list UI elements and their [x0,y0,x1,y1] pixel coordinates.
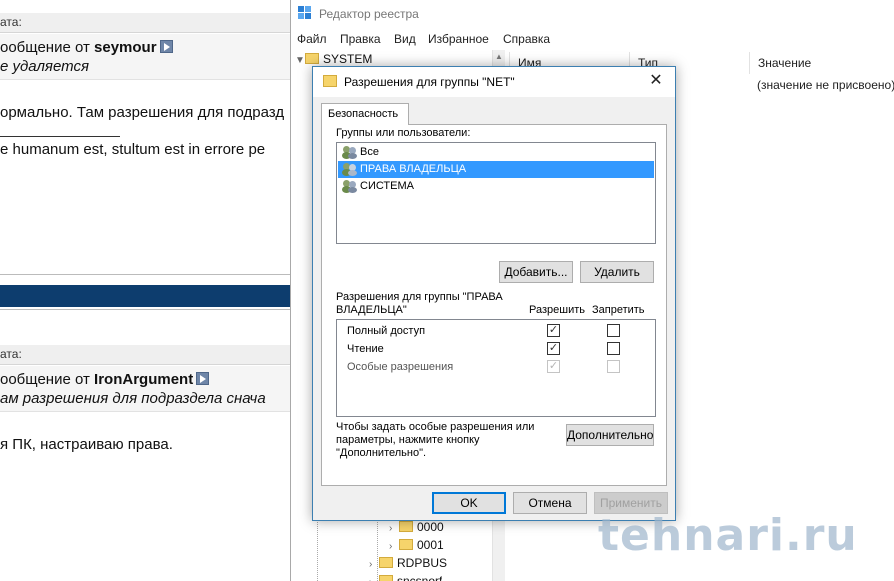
regedit-app-icon [298,6,312,20]
tree-node-rdpbus[interactable]: › RDPBUS [369,556,447,572]
folder-icon [399,521,413,532]
forum-page: ата: ообщение от seymour е удаляется орм… [0,0,290,581]
chevron-right-icon[interactable]: › [369,577,379,581]
post2-quote-header: ата: [0,345,290,365]
users-icon [342,163,358,176]
tree-node-label: 0001 [417,538,444,552]
perm-special-label: Особые разрешения [347,361,454,373]
read-deny-checkbox[interactable] [607,342,620,355]
tree-node-label: RDPBUS [397,556,448,570]
post2-body: я ПК, настраиваю права. [0,436,173,453]
post2-quote-text: ам разрешения для подраздела снача [0,390,266,407]
dialog-title: Разрешения для группы "NET" [344,75,515,89]
full-control-deny-checkbox[interactable] [607,324,620,337]
post2-quote: ообщение от IronArgument ам разрешения д… [0,366,290,412]
chevron-down-icon[interactable]: ▼ [295,55,305,66]
regedit-menubar: Файл Правка Вид Избранное Справка [291,30,894,48]
users-icon [342,146,358,159]
chevron-right-icon[interactable]: › [369,559,379,570]
signature-divider [0,136,120,137]
view-post-icon[interactable] [196,372,210,385]
special-deny-checkbox [607,360,620,373]
post1-author[interactable]: seymour [94,39,157,56]
post1-signature: е humanum est, stultum est in errore pe [0,141,266,158]
post1-header-text: ата: [0,15,22,29]
security-tab-panel: Группы или пользователи: Все ПРАВА ВЛАДЕ… [321,124,667,486]
default-value-cell[interactable]: (значение не присвоено) [757,78,894,92]
users-icon [342,180,358,193]
perm-full-control-label: Полный доступ [347,325,426,337]
full-control-allow-checkbox[interactable]: ✓ [547,324,560,337]
permissions-label: Разрешения для группы "ПРАВА [336,291,503,303]
view-post-icon[interactable] [159,40,173,53]
post1-quote-author-line: ообщение от seymour [0,38,290,57]
column-value[interactable]: Значение [758,56,811,70]
advanced-hint-line1: Чтобы задать особые разрешения или [336,421,535,433]
tree-node-0001[interactable]: › 0001 [389,538,444,554]
permissions-dialog: Разрешения для группы "NET" ✕ Безопаснос… [312,66,676,521]
post1-quote-header: ата: [0,13,290,33]
cancel-button[interactable]: Отмена [513,492,587,514]
read-allow-checkbox[interactable]: ✓ [547,342,560,355]
tree-node-0000[interactable]: › 0000 [389,520,444,536]
dialog-titlebar[interactable]: Разрешения для группы "NET" ✕ [313,67,675,97]
menu-file[interactable]: Файл [297,32,327,46]
menu-help[interactable]: Справка [503,32,550,46]
post2-quote-prefix: ообщение от [0,371,90,388]
menu-edit[interactable]: Правка [340,32,381,46]
menu-favorites[interactable]: Избранное [428,32,489,46]
folder-icon [379,557,393,568]
perm-read-label: Чтение [347,343,384,355]
post-separator [0,274,290,275]
groups-label: Группы или пользователи: [336,127,471,139]
folder-icon [399,539,413,550]
regedit-title: Редактор реестра [319,7,419,21]
group-item-owner-rights[interactable]: ПРАВА ВЛАДЕЛЬЦА [338,161,654,178]
tree-node-partial[interactable]: › sncsnorf [369,574,442,581]
post2-quote-author-line: ообщение от IronArgument [0,370,290,389]
permissions-list: Полный доступ ✓ Чтение ✓ Особые разрешен… [336,319,656,417]
post1-quote-text: е удаляется [0,58,89,75]
permissions-label-line2: ВЛАДЕЛЬЦА" [336,304,407,316]
close-icon[interactable]: ✕ [647,72,665,90]
allow-column-label: Разрешить [529,304,585,316]
group-name: Все [360,146,379,158]
group-item-system[interactable]: СИСТЕМА [338,178,654,195]
post1-quote-prefix: ообщение от [0,39,90,56]
group-item-everyone[interactable]: Все [338,144,654,161]
chevron-right-icon[interactable]: › [389,523,399,534]
group-name: ПРАВА ВЛАДЕЛЬЦА [360,163,467,175]
post2-author[interactable]: IronArgument [94,371,193,388]
post2-header-text: ата: [0,347,22,361]
post-header-bar [0,285,290,307]
column-divider[interactable] [749,52,750,74]
scroll-up-icon[interactable]: ▲ [495,52,503,61]
menu-view[interactable]: Вид [394,32,416,46]
regedit-titlebar: Редактор реестра [291,0,894,28]
special-allow-checkbox: ✓ [547,360,560,373]
post-separator-2 [0,309,290,310]
advanced-hint-line2: параметры, нажмите кнопку [336,434,480,446]
groups-list[interactable]: Все ПРАВА ВЛАДЕЛЬЦА СИСТЕМА [336,142,656,244]
tree-node-label: SYSTEM [323,52,373,66]
folder-icon [323,75,337,87]
advanced-button[interactable]: Дополнительно [566,424,654,446]
tree-node-label: sncsnorf [397,574,443,581]
tree-node-label: 0000 [417,520,444,534]
watermark: tehnari.ru [598,510,858,561]
post1-body: ормально. Там разрешения для подразд [0,104,285,121]
chevron-right-icon[interactable]: › [389,541,399,552]
ok-button[interactable]: OK [432,492,506,514]
post1-quote: ообщение от seymour е удаляется [0,34,290,80]
deny-column-label: Запретить [592,304,645,316]
remove-button[interactable]: Удалить [580,261,654,283]
add-button[interactable]: Добавить... [499,261,573,283]
folder-icon [305,53,319,64]
folder-icon [379,575,393,581]
tab-security[interactable]: Безопасность [321,103,409,125]
group-name: СИСТЕМА [360,180,414,192]
advanced-hint-line3: "Дополнительно". [336,447,427,459]
